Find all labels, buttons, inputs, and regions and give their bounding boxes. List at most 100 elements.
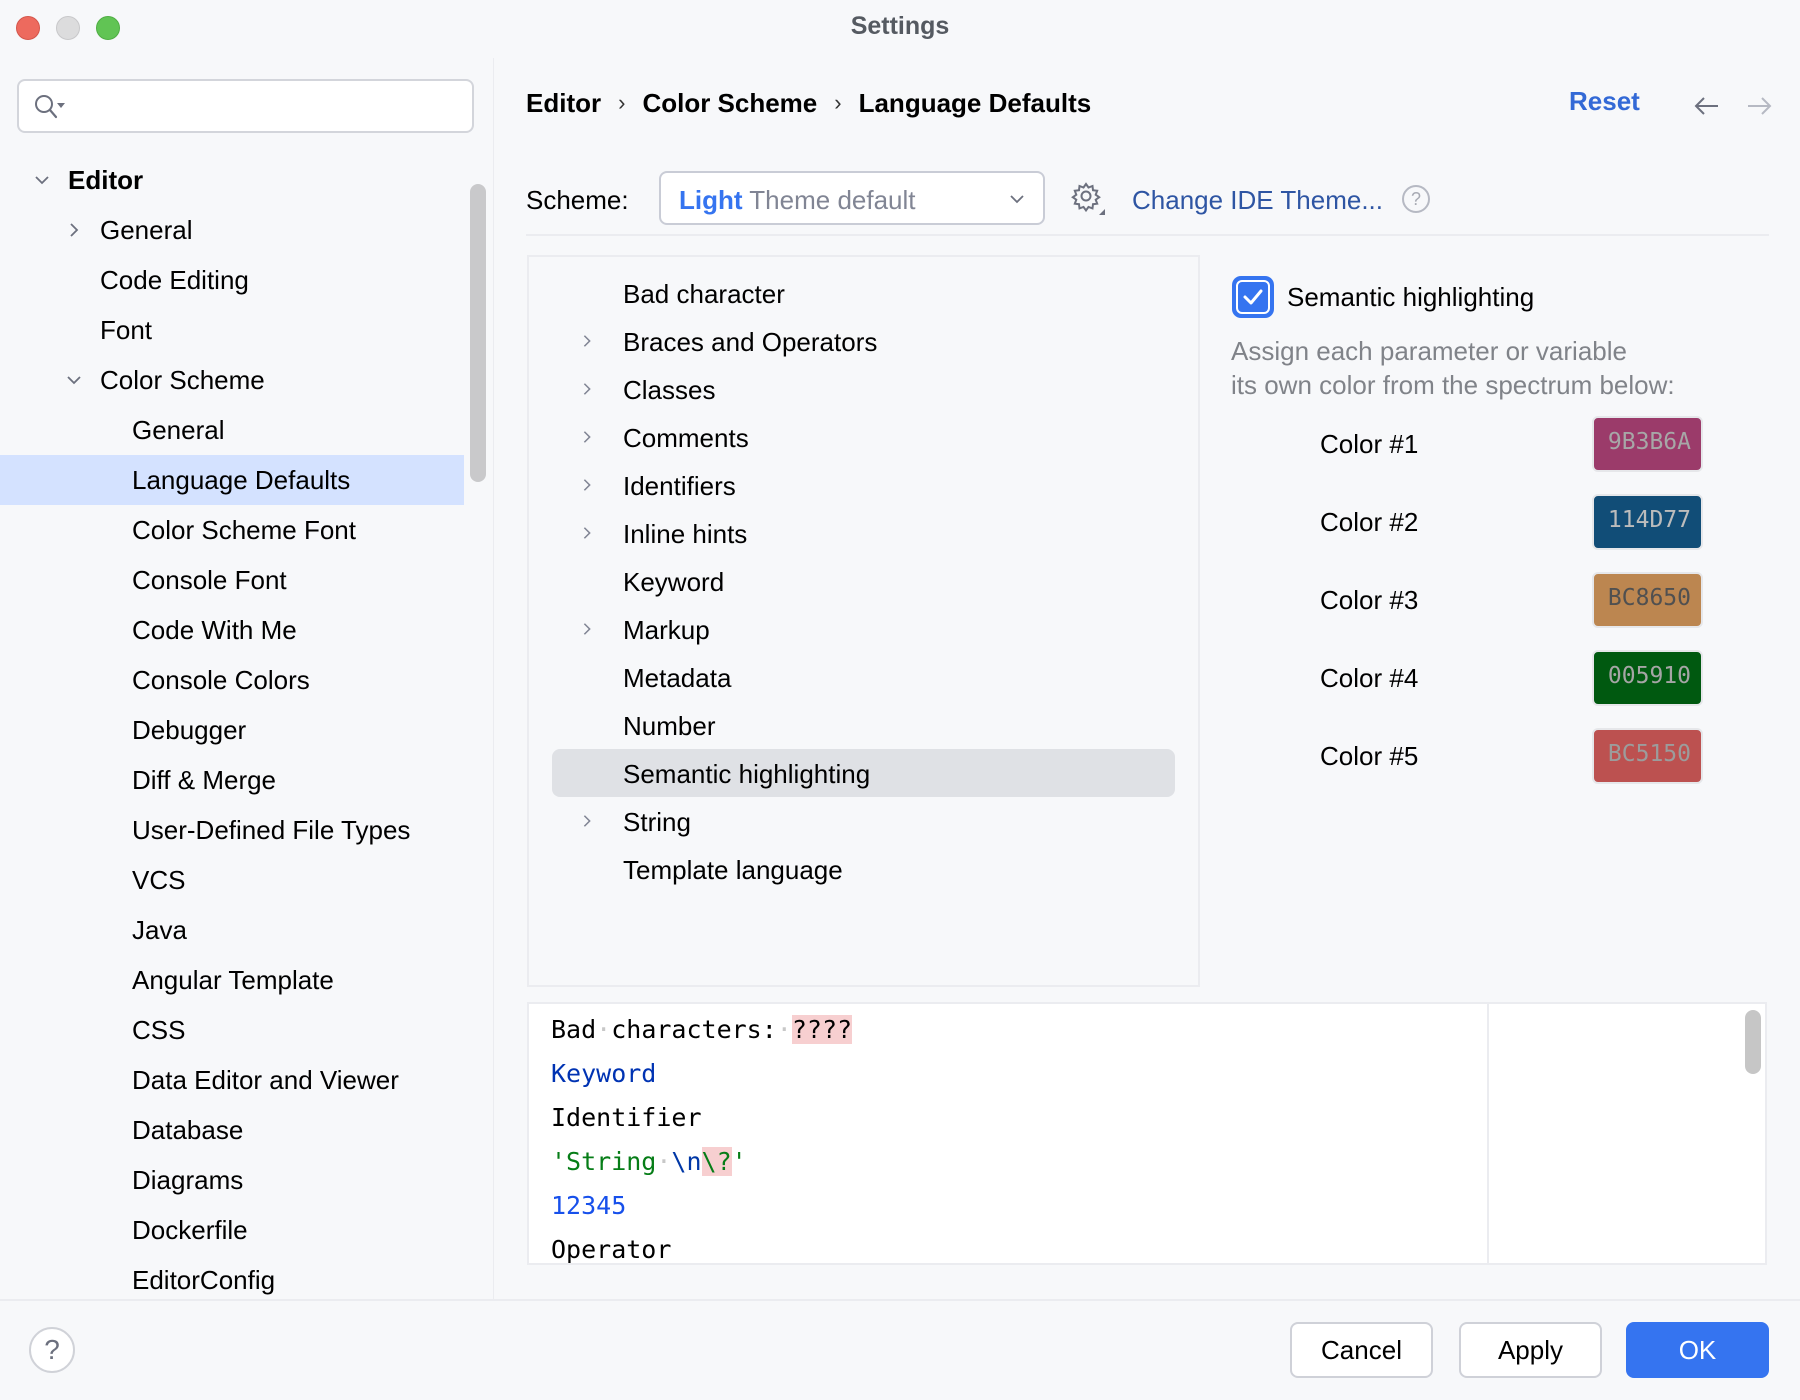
color-label: Color #3 xyxy=(1320,585,1419,615)
window-title: Settings xyxy=(850,12,950,40)
color-label: Color #5 xyxy=(1320,741,1419,771)
color-hex-value: 9B3B6A xyxy=(1607,429,1691,455)
settings-search-box[interactable] xyxy=(17,79,474,133)
attribute-item-template-language[interactable]: Template language xyxy=(552,845,1175,893)
sidebar-item-editorconfig[interactable]: EditorConfig xyxy=(0,1255,464,1305)
sidebar-item-diagrams[interactable]: Diagrams xyxy=(0,1155,464,1205)
chevron-down-icon[interactable] xyxy=(66,372,82,388)
chevron-right-icon[interactable] xyxy=(66,222,82,238)
color-swatch-2[interactable]: 114D77 xyxy=(1592,494,1703,550)
sidebar-item-general[interactable]: General xyxy=(0,205,464,255)
sidebar-item-css[interactable]: CSS xyxy=(0,1005,464,1055)
header-separator xyxy=(526,234,1769,236)
sidebar-item-user-defined-file-types[interactable]: User-Defined File Types xyxy=(0,805,464,855)
color-swatch-5[interactable]: BC5150 xyxy=(1592,728,1703,784)
attribute-item-metadata[interactable]: Metadata xyxy=(552,653,1175,701)
sidebar-item-color-scheme-font[interactable]: Color Scheme Font xyxy=(0,505,464,555)
preview-line-bad-characters: Bad·characters:·???? xyxy=(551,1010,853,1050)
arrow-left-icon[interactable] xyxy=(1692,94,1722,118)
attribute-item-label: String xyxy=(623,807,691,837)
chevron-down-icon[interactable] xyxy=(34,172,50,188)
chevron-down-icon xyxy=(1010,195,1024,204)
apply-button[interactable]: Apply xyxy=(1459,1322,1602,1378)
attribute-item-label: Template language xyxy=(623,855,843,885)
attribute-item-inline-hints[interactable]: Inline hints xyxy=(552,509,1175,557)
attribute-item-bad-character[interactable]: Bad character xyxy=(552,269,1175,317)
sidebar-item-language-defaults[interactable]: Language Defaults xyxy=(0,455,464,505)
preview-right-margin xyxy=(1487,1004,1489,1263)
breadcrumb-item-editor: Editor xyxy=(526,87,602,118)
preview-string-open: 'String xyxy=(551,1147,657,1176)
attribute-item-markup[interactable]: Markup xyxy=(552,605,1175,653)
attribute-item-label: Number xyxy=(623,711,716,741)
panel-divider[interactable] xyxy=(493,58,494,1300)
arrow-right-icon[interactable] xyxy=(1744,94,1774,118)
ok-button[interactable]: OK xyxy=(1626,1322,1769,1378)
sidebar-item-angular-template[interactable]: Angular Template xyxy=(0,955,464,1005)
sidebar-item-debugger[interactable]: Debugger xyxy=(0,705,464,755)
sidebar-item-label: Editor xyxy=(68,164,144,195)
color-swatch-4[interactable]: 005910 xyxy=(1592,650,1703,706)
sidebar-item-editor[interactable]: Editor xyxy=(0,155,464,205)
preview-scrollbar[interactable] xyxy=(1745,1010,1761,1074)
change-ide-theme-link[interactable]: Change IDE Theme... xyxy=(1132,185,1383,216)
preview-string-escape: \n xyxy=(671,1147,702,1176)
sidebar-item-label: Diff & Merge xyxy=(132,764,277,795)
attribute-item-keyword[interactable]: Keyword xyxy=(552,557,1175,605)
attribute-item-comments[interactable]: Comments xyxy=(552,413,1175,461)
sidebar-item-java[interactable]: Java xyxy=(0,905,464,955)
attribute-item-label: Inline hints xyxy=(623,519,748,549)
preview-string-bad-escape: \? xyxy=(701,1147,732,1176)
sidebar-item-font[interactable]: Font xyxy=(0,305,464,355)
sidebar-item-diff-merge[interactable]: Diff & Merge xyxy=(0,755,464,805)
breadcrumb-item-color-scheme: Color Scheme xyxy=(642,87,818,118)
chevron-right-icon[interactable] xyxy=(580,477,594,493)
sidebar-item-vcs[interactable]: VCS xyxy=(0,855,464,905)
attribute-item-classes[interactable]: Classes xyxy=(552,365,1175,413)
chevron-right-icon[interactable] xyxy=(580,525,594,541)
sidebar-item-database[interactable]: Database xyxy=(0,1105,464,1155)
sidebar-item-code-editing[interactable]: Code Editing xyxy=(0,255,464,305)
semantic-highlighting-checkbox[interactable] xyxy=(1232,276,1274,318)
code-preview[interactable]: Bad·characters:·???? Keyword Identifier … xyxy=(527,1002,1767,1265)
chevron-right-icon[interactable] xyxy=(580,813,594,829)
chevron-right-icon[interactable] xyxy=(580,381,594,397)
attribute-item-identifiers[interactable]: Identifiers xyxy=(552,461,1175,509)
sidebar-item-general[interactable]: General xyxy=(0,405,464,455)
attribute-item-braces-and-operators[interactable]: Braces and Operators xyxy=(552,317,1175,365)
sidebar-scrollbar[interactable] xyxy=(470,184,486,482)
sidebar-item-dockerfile[interactable]: Dockerfile xyxy=(0,1205,464,1255)
chevron-right-icon[interactable] xyxy=(580,429,594,445)
color-swatch-3[interactable]: BC8650 xyxy=(1592,572,1703,628)
cancel-button[interactable]: Cancel xyxy=(1290,1322,1433,1378)
attribute-item-semantic-highlighting[interactable]: Semantic highlighting xyxy=(552,749,1175,797)
sidebar-item-label: CSS xyxy=(132,1014,186,1045)
preview-line-identifier: Identifier xyxy=(551,1103,702,1132)
attribute-item-number[interactable]: Number xyxy=(552,701,1175,749)
sidebar-item-label: Diagrams xyxy=(132,1164,244,1195)
settings-search-input[interactable] xyxy=(75,87,465,125)
preview-token: characters: xyxy=(611,1015,777,1044)
attribute-item-string[interactable]: String xyxy=(552,797,1175,845)
color-row-5: Color #5 BC5150 xyxy=(1320,728,1710,784)
color-hex-value: 005910 xyxy=(1607,663,1691,689)
sidebar-item-label: Language Defaults xyxy=(132,464,351,495)
sidebar-item-console-colors[interactable]: Console Colors xyxy=(0,655,464,705)
color-swatch-1[interactable]: 9B3B6A xyxy=(1592,416,1703,472)
sidebar-item-data-editor-and-viewer[interactable]: Data Editor and Viewer xyxy=(0,1055,464,1105)
sidebar-item-console-font[interactable]: Console Font xyxy=(0,555,464,605)
attributes-tree: Bad character Braces and Operators Classes… xyxy=(527,255,1200,987)
chevron-right-icon[interactable] xyxy=(580,333,594,349)
sidebar-item-label: Data Editor and Viewer xyxy=(132,1064,399,1095)
chevron-right-icon[interactable] xyxy=(580,621,594,637)
sidebar-item-label: VCS xyxy=(132,864,186,895)
reset-link[interactable]: Reset xyxy=(1569,86,1640,117)
sidebar-item-label: Console Colors xyxy=(132,664,310,695)
scheme-dropdown[interactable]: Light Theme default xyxy=(659,171,1045,225)
help-button[interactable]: ? xyxy=(29,1327,75,1373)
help-icon[interactable]: ? xyxy=(1402,185,1430,213)
gear-icon[interactable] xyxy=(1070,180,1106,216)
sidebar-item-code-with-me[interactable]: Code With Me xyxy=(0,605,464,655)
sidebar-item-color-scheme[interactable]: Color Scheme xyxy=(0,355,464,405)
preview-line-string: 'String·\n\?' xyxy=(551,1142,747,1182)
